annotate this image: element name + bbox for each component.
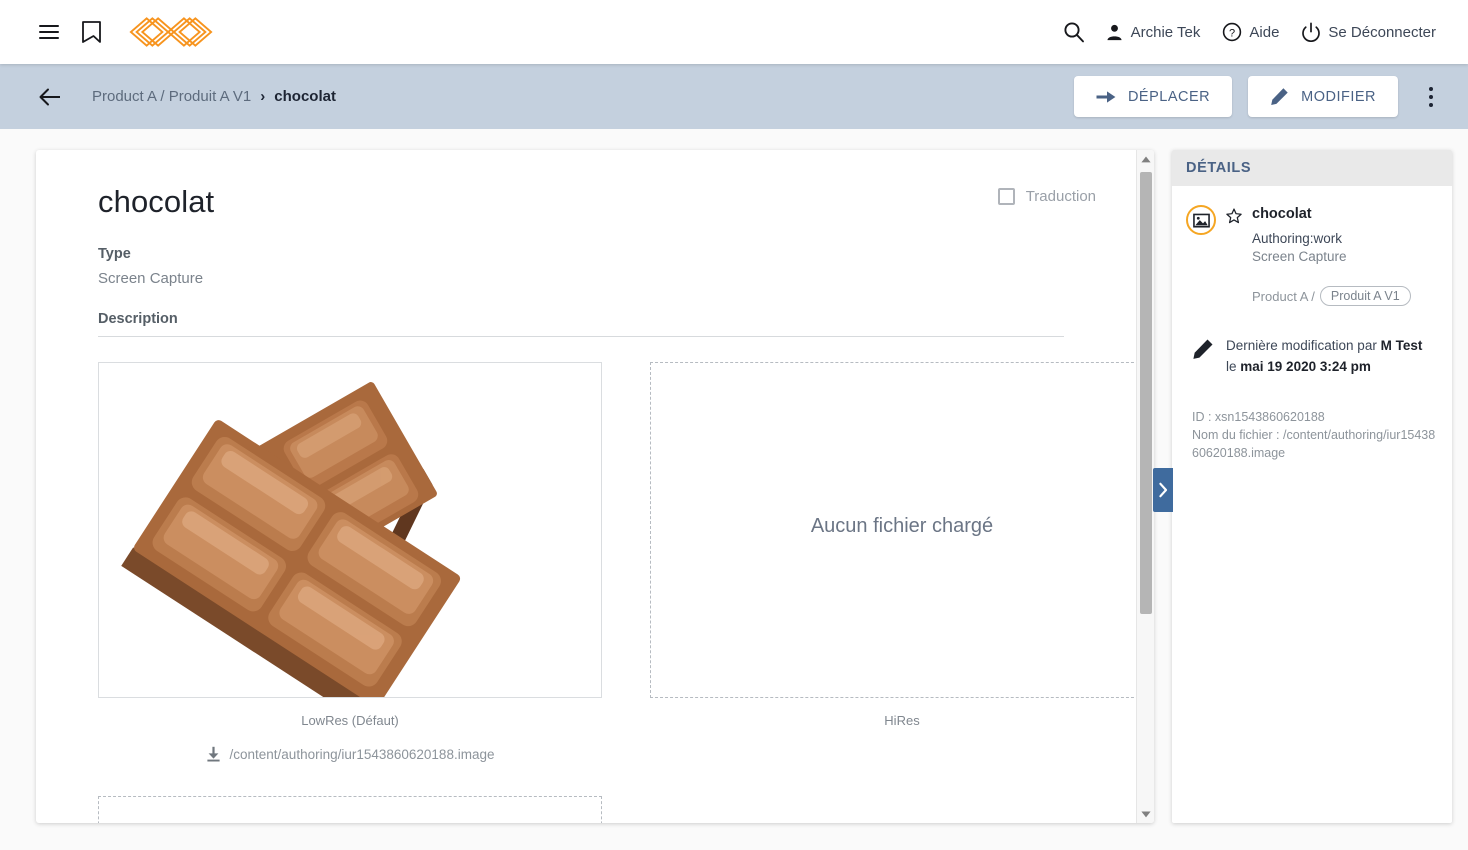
scroll-down-arrow-icon[interactable]: [1137, 805, 1154, 823]
bookmark-glyph: [81, 20, 101, 43]
search-glyph: [1064, 22, 1084, 43]
breadcrumb-current: chocolat: [274, 88, 336, 105]
modified-sep: le: [1226, 358, 1237, 374]
svg-text:?: ?: [1229, 27, 1235, 39]
scroll-up-arrow-icon[interactable]: [1137, 150, 1154, 168]
scrollbar-thumb[interactable]: [1140, 172, 1152, 614]
details-last-modified-text: Dernière modification par M Test le mai …: [1226, 336, 1426, 378]
details-id-line: ID : xsn1543860620188: [1192, 409, 1325, 424]
description-field-label: Description: [98, 311, 178, 327]
move-button-label: DÉPLACER: [1127, 88, 1211, 105]
asset-detail-card: chocolat Traduction Type Screen Capture …: [36, 150, 1154, 823]
hamburger-bars: [39, 25, 59, 39]
logout-button[interactable]: Se Déconnecter: [1291, 15, 1446, 49]
logout-label: Se Déconnecter: [1328, 23, 1436, 41]
description-divider: [98, 336, 1064, 337]
breadcrumb-parent[interactable]: Product A / Produit A V1: [92, 88, 251, 105]
pencil-icon: [1193, 339, 1213, 359]
edit-button[interactable]: MODIFIER: [1248, 76, 1398, 117]
details-panel-title: DÉTAILS: [1186, 160, 1252, 176]
arrow-right-icon: [1096, 90, 1116, 103]
caret-down-glyph: [1141, 811, 1151, 817]
back-button[interactable]: [34, 81, 66, 113]
breadcrumb-bar: Product A / Produit A V1 › chocolat DÉPL…: [0, 64, 1468, 129]
move-button[interactable]: DÉPLACER: [1073, 76, 1233, 117]
topbar-left-group: [0, 13, 214, 51]
details-identifiers: ID : xsn1543860620188 Nom du fichier : /…: [1192, 408, 1438, 462]
details-asset-name: chocolat: [1252, 206, 1312, 222]
modified-date: mai 19 2020 3:24 pm: [1240, 358, 1371, 374]
details-panel-body: chocolat Authoring:work Screen Capture P…: [1172, 186, 1452, 462]
details-product-chip[interactable]: Produit A V1: [1319, 286, 1411, 306]
content-scrollbar[interactable]: [1136, 150, 1154, 823]
details-product-path: Product A / Produit A V1: [1252, 286, 1411, 306]
caret-up-glyph: [1141, 156, 1151, 162]
pencil-icon: [1271, 88, 1288, 105]
details-product-prefix: Product A /: [1252, 288, 1315, 304]
brand-logo-icon[interactable]: [128, 15, 214, 49]
rendition-hires-dropzone[interactable]: Aucun fichier chargé: [650, 362, 1154, 698]
panel-collapse-handle[interactable]: [1153, 468, 1173, 512]
description-field: Description: [98, 311, 1064, 337]
help-circle-icon: ?: [1223, 22, 1242, 42]
translation-toggle[interactable]: Traduction: [997, 188, 1096, 205]
top-navigation-bar: Archie Tek ? Aide Se Déconnecter: [0, 0, 1468, 64]
details-panel: DÉTAILS chocolat Authoring:work Screen C…: [1172, 150, 1452, 823]
asset-renditions-row: LowRes (Défaut) /content/authoring/iur15…: [98, 362, 1154, 762]
details-last-modified: Dernière modification par M Test le mai …: [1192, 336, 1438, 378]
rendition-lowres-thumbnail[interactable]: [98, 362, 602, 698]
type-field-value: Screen Capture: [98, 270, 204, 287]
details-panel-header: DÉTAILS: [1172, 150, 1452, 186]
translation-checkbox[interactable]: [997, 188, 1015, 205]
arrow-left-icon: [39, 88, 60, 105]
help-menu[interactable]: ? Aide: [1212, 15, 1289, 49]
details-meta: chocolat Authoring:work Screen Capture P…: [1252, 204, 1411, 306]
help-label: Aide: [1249, 23, 1280, 41]
rendition-lowres-download-link[interactable]: /content/authoring/iur1543860620188.imag…: [98, 746, 602, 762]
rendition-lowres: LowRes (Défaut) /content/authoring/iur15…: [98, 362, 602, 762]
rendition-hires: Aucun fichier chargé HiRes: [650, 362, 1154, 762]
page-title: chocolat: [98, 184, 215, 219]
details-summary: chocolat Authoring:work Screen Capture P…: [1186, 204, 1438, 306]
image-glyph: [1192, 213, 1210, 228]
chocolate-bars-image: [99, 363, 601, 697]
star-glyph: [1226, 208, 1242, 224]
rendition-lowres-caption: LowRes (Défaut): [301, 713, 399, 728]
asset-detail-content: chocolat Traduction Type Screen Capture …: [36, 150, 1154, 823]
type-field-label: Type: [98, 246, 131, 262]
download-icon: [206, 746, 220, 762]
hamburger-menu-icon[interactable]: [30, 13, 68, 51]
application-root: Archie Tek ? Aide Se Déconnecter Product…: [0, 0, 1468, 850]
user-account-menu[interactable]: Archie Tek: [1095, 16, 1211, 49]
breadcrumb: Product A / Produit A V1 › chocolat: [92, 88, 336, 105]
user-name-label: Archie Tek: [1130, 23, 1201, 41]
breadcrumb-separator-icon: ›: [260, 88, 266, 105]
details-type-name: Screen Capture: [1252, 249, 1347, 264]
topbar-right-group: Archie Tek ? Aide Se Déconnecter: [1055, 13, 1468, 51]
kebab-menu-icon[interactable]: [1414, 80, 1448, 114]
modified-prefix: Dernière modification par: [1226, 338, 1377, 353]
image-icon: [1186, 205, 1216, 235]
details-filename-line: Nom du fichier : /content/authoring/iur1…: [1192, 427, 1436, 461]
person-icon: [1107, 24, 1122, 40]
breadcrumb-actions: DÉPLACER MODIFIER: [1073, 76, 1468, 117]
rendition-lowres-path: /content/authoring/iur1543860620188.imag…: [229, 746, 495, 762]
bookmark-icon[interactable]: [72, 13, 110, 51]
rendition-hires-empty-message: Aucun fichier chargé: [810, 515, 994, 537]
search-icon[interactable]: [1055, 13, 1093, 51]
edit-button-label: MODIFIER: [1301, 88, 1376, 105]
additional-dropzone[interactable]: [98, 796, 602, 823]
chevron-right-icon: [1159, 482, 1168, 498]
star-outline-icon[interactable]: [1226, 208, 1242, 229]
modified-by: M Test: [1380, 338, 1423, 353]
translation-label: Traduction: [1025, 188, 1096, 205]
rendition-hires-caption: HiRes: [884, 713, 920, 728]
details-type-path: Authoring:work: [1252, 231, 1343, 246]
power-icon: [1302, 22, 1321, 42]
